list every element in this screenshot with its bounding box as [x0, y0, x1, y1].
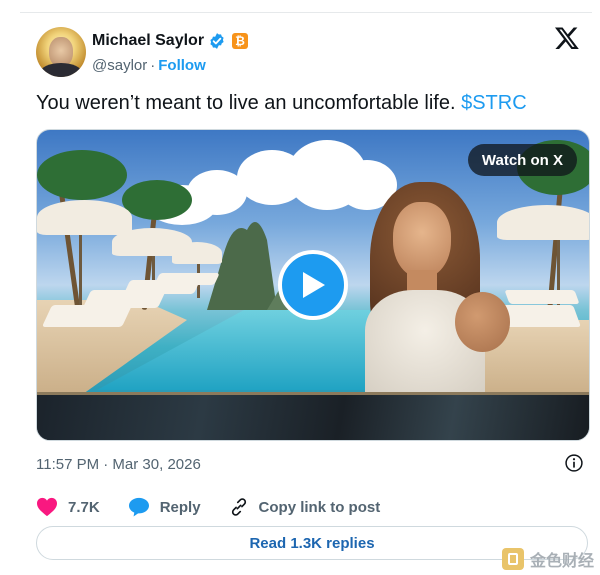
- umbrella: [172, 242, 222, 264]
- timestamp-row: 11:57 PM · Mar 30, 2026: [36, 453, 588, 475]
- watermark: 金色财经: [501, 547, 594, 571]
- woman-face: [393, 202, 451, 278]
- play-icon: [303, 272, 325, 298]
- tweet-card: Michael Saylor ₿ @saylor · Follow You were…: [20, 12, 592, 569]
- tweet-timestamp[interactable]: 11:57 PM · Mar 30, 2026: [36, 456, 201, 473]
- separator: ·: [150, 57, 156, 74]
- like-count: 7.7K: [68, 498, 100, 516]
- umbrella-pole: [79, 225, 82, 305]
- palm-leaves: [37, 150, 127, 200]
- play-button[interactable]: [278, 250, 348, 320]
- verified-icon: [208, 32, 226, 50]
- like-button[interactable]: 7.7K: [36, 497, 100, 517]
- author-name-row: Michael Saylor ₿: [92, 32, 249, 50]
- watch-on-x-button[interactable]: Watch on X: [467, 144, 577, 176]
- reply-icon: [128, 497, 149, 517]
- author-handle[interactable]: @saylor: [92, 57, 147, 74]
- follow-button[interactable]: Follow: [158, 57, 206, 74]
- copy-link-button[interactable]: Copy link to post: [229, 497, 381, 517]
- avatar[interactable]: [36, 27, 86, 77]
- action-bar: 7.7K Reply Copy link to post: [36, 495, 408, 519]
- marble-ledge: [37, 392, 589, 440]
- lounger: [41, 305, 133, 327]
- cashtag-link[interactable]: $STRC: [461, 92, 527, 114]
- umbrella: [37, 200, 132, 235]
- palm-leaves: [122, 180, 192, 220]
- copy-link-label: Copy link to post: [258, 498, 381, 516]
- tweet-body: You weren’t meant to live an uncomfortab…: [36, 92, 456, 114]
- tweet-text: You weren’t meant to live an uncomfortab…: [36, 92, 527, 115]
- info-icon[interactable]: [564, 453, 584, 477]
- lounger: [154, 273, 220, 285]
- woman-shoulder: [455, 292, 510, 352]
- reply-button[interactable]: Reply: [128, 497, 201, 517]
- author-name[interactable]: Michael Saylor: [92, 32, 204, 50]
- avatar-suit: [40, 63, 82, 77]
- heart-icon: [37, 497, 57, 517]
- video-player[interactable]: Watch on X: [36, 129, 590, 441]
- handle-row: @saylor · Follow: [92, 57, 206, 74]
- watermark-logo-icon: [501, 548, 524, 570]
- bitcoin-badge-icon: ₿: [232, 33, 249, 49]
- x-logo-icon[interactable]: [554, 25, 580, 56]
- woman-figure: [355, 182, 525, 392]
- reply-label: Reply: [159, 498, 201, 516]
- link-icon: [231, 498, 246, 516]
- watermark-text: 金色财经: [529, 551, 594, 570]
